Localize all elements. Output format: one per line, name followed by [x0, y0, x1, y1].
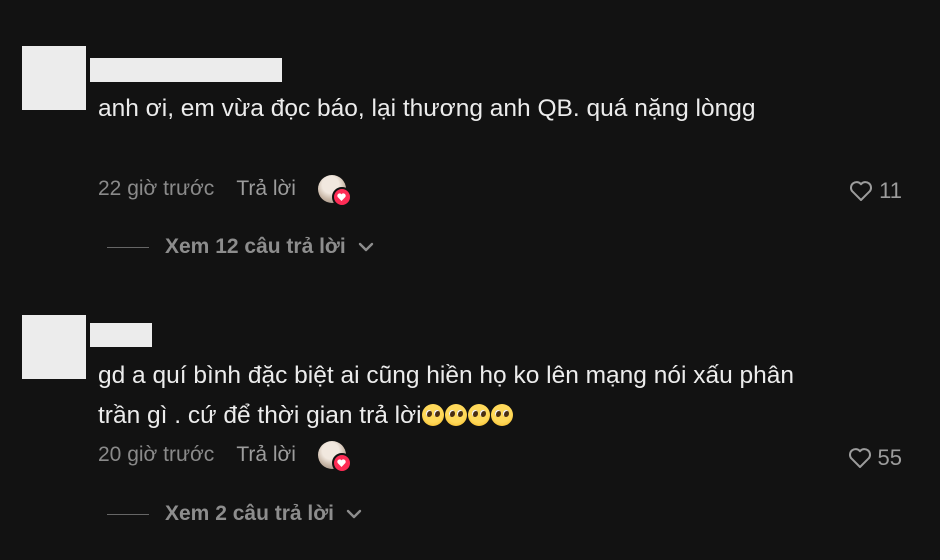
comment-text: gd a quí bình đặc biệt ai cũng hiền họ k… — [98, 356, 818, 436]
creator-liked-avatar — [317, 441, 352, 473]
comment-timestamp: 20 giờ trước — [98, 443, 215, 466]
pleading-face-emoji — [490, 404, 513, 426]
comment-meta: 20 giờ trước Trả lời — [98, 441, 352, 473]
pleading-face-emoji — [421, 404, 444, 426]
view-replies-label: Xem 2 câu trả lời — [165, 502, 335, 525]
reply-button[interactable]: Trả lời — [236, 443, 296, 467]
pleading-face-emoji — [444, 404, 467, 426]
like-button[interactable]: 55 — [848, 445, 902, 471]
like-count: 55 — [877, 445, 902, 470]
avatar[interactable] — [22, 315, 86, 379]
chevron-down-icon — [346, 509, 362, 519]
divider-line — [107, 513, 149, 515]
heart-icon — [331, 453, 352, 473]
pleading-face-emoji — [467, 404, 490, 426]
username-redacted[interactable] — [90, 323, 152, 347]
view-replies-button[interactable]: Xem 2 câu trả lời — [107, 502, 362, 526]
comment-item: gd a quí bình đặc biệt ai cũng hiền họ k… — [0, 0, 940, 560]
heart-outline-icon — [848, 448, 871, 468]
